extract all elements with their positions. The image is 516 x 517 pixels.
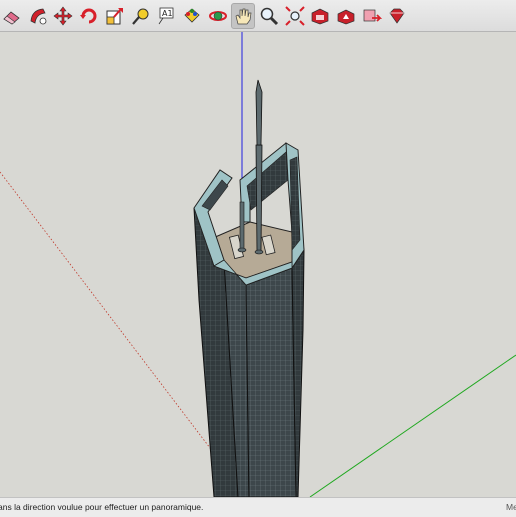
tool-tape-measure[interactable] <box>128 3 152 29</box>
orbit-icon <box>208 10 227 21</box>
tool-zoom[interactable] <box>257 3 281 29</box>
paint-bucket-icon <box>184 7 200 23</box>
tool-paint-bucket[interactable] <box>180 3 204 29</box>
tool-pan[interactable] <box>231 2 256 29</box>
tool-zoom-extents[interactable] <box>283 3 307 29</box>
tool-share-model[interactable] <box>334 3 358 29</box>
tape-measure-icon <box>132 8 149 25</box>
green-axis <box>309 354 516 497</box>
rotate-icon <box>80 8 97 23</box>
scale-icon <box>106 7 123 24</box>
tool-rotate[interactable] <box>77 3 101 29</box>
move-icon <box>53 6 73 25</box>
toolbar: A1 <box>0 0 516 32</box>
pan-hand-icon <box>235 8 252 24</box>
measurements-label: Me <box>506 502 516 512</box>
tool-move[interactable] <box>51 3 75 29</box>
eraser-icon <box>3 10 20 24</box>
tool-get-models[interactable] <box>308 3 332 29</box>
tool-scale[interactable] <box>103 3 127 29</box>
warehouse-share-model-icon <box>337 9 355 24</box>
follow-me-icon <box>30 8 47 24</box>
text-icon: A1 <box>158 7 174 24</box>
text-tool-label: A1 <box>162 9 173 18</box>
tool-share-component[interactable] <box>360 3 384 29</box>
tool-follow-me[interactable] <box>26 3 50 29</box>
tower-model[interactable] <box>193 79 305 497</box>
zoom-extents-icon <box>284 5 305 26</box>
tool-orbit[interactable] <box>206 3 230 29</box>
share-component-icon <box>363 9 382 22</box>
extension-warehouse-icon <box>389 8 405 24</box>
scene <box>0 32 516 497</box>
3d-viewport[interactable] <box>0 32 516 497</box>
zoom-icon <box>260 7 278 25</box>
tool-extension-warehouse[interactable] <box>385 3 409 29</box>
status-text: ans la direction voulue pour effectuer u… <box>0 502 204 512</box>
status-bar: ans la direction voulue pour effectuer u… <box>0 497 516 517</box>
tool-text[interactable]: A1 <box>154 3 178 29</box>
warehouse-get-models-icon <box>311 8 329 24</box>
tool-eraser[interactable] <box>0 3 24 29</box>
